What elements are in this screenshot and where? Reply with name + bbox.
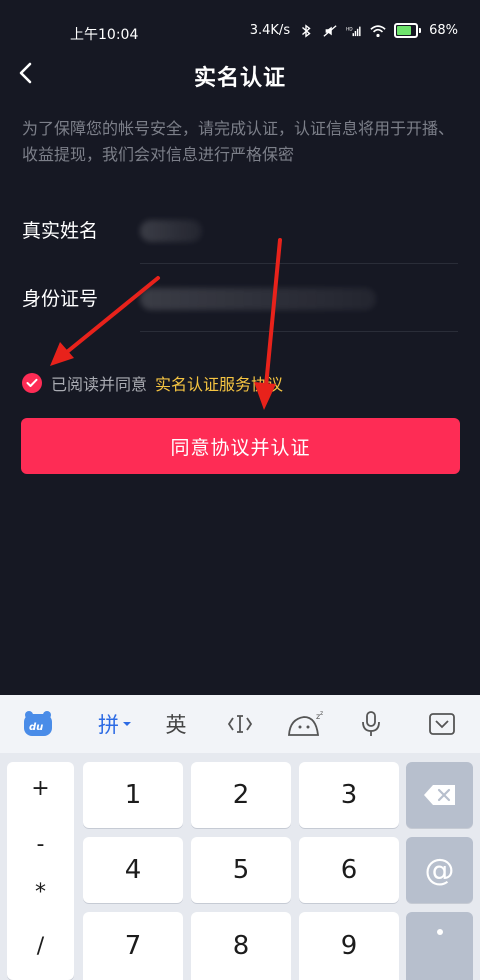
cursor-move-icon[interactable] [226,709,254,739]
backspace-key[interactable] [406,762,473,828]
wifi-icon [370,24,386,37]
status-bar: 上午10:04 3.4K/s HD 68% [0,0,480,48]
digit-key-3[interactable]: 3 [299,762,399,828]
id-field-row[interactable]: 身份证号 [22,266,458,332]
svg-text:z: z [320,711,323,717]
symbol-key-minus[interactable]: - [7,832,74,857]
battery-icon [394,23,422,38]
pinyin-label: 拼 [98,713,119,737]
name-field-row[interactable]: 真实姓名 [22,198,458,264]
dot-key[interactable] [406,912,473,980]
at-key[interactable]: @ [406,837,473,903]
bluetooth-icon [302,23,311,38]
digit-key-8[interactable]: 8 [191,912,291,980]
battery-fill [397,26,411,35]
symbol-key-plus[interactable]: + [7,776,74,801]
checkmark-icon [26,378,38,387]
hd-signal-icon: HD [346,26,361,36]
sleep-mode-icon[interactable]: zz [286,709,326,739]
pinyin-mode-button[interactable]: 拼 [94,709,136,739]
microphone-icon[interactable] [358,709,384,739]
mute-icon [323,24,337,37]
agreement-text: 已阅读并同意 [51,375,148,394]
digit-key-6[interactable]: 6 [299,837,399,903]
page-title: 实名认证 [193,66,286,91]
digit-key-7[interactable]: 7 [83,912,183,980]
submit-button[interactable]: 同意协议并认证 [21,418,460,474]
keyboard-toolbar: du 拼 英 zz [0,695,480,753]
id-divider [140,331,458,332]
agreement-link[interactable]: 实名认证服务协议 [155,371,283,395]
nav-bar: 实名认证 [0,48,480,100]
symbol-column[interactable]: + - * / [7,762,74,980]
name-label: 真实姓名 [22,220,99,242]
digit-key-5[interactable]: 5 [191,837,291,903]
network-speed: 3.4K/s [249,23,291,38]
digit-key-4[interactable]: 4 [83,837,183,903]
name-divider [140,263,458,264]
svg-text:du: du [29,722,43,733]
symbol-key-divide[interactable]: / [7,934,74,959]
id-input[interactable] [140,288,376,310]
security-notice: 为了保障您的帐号安全，请完成认证，认证信息将用于开播、收益提现，我们会对信息进行… [22,119,455,164]
id-label: 身份证号 [22,288,99,310]
backspace-icon [423,785,455,805]
agreement-row: 已阅读并同意 实名认证服务协议 [22,372,283,394]
caret-down-icon [123,722,131,726]
agree-checkbox[interactable] [22,373,42,393]
baidu-logo-icon[interactable]: du [22,709,54,739]
name-input[interactable] [140,220,202,242]
digit-key-1[interactable]: 1 [83,762,183,828]
symbol-key-multiply[interactable]: * [7,880,74,905]
english-mode-button[interactable]: 英 [162,709,190,739]
battery-percent: 68% [429,23,458,38]
digit-key-9[interactable]: 9 [299,912,399,980]
hide-keyboard-icon[interactable] [428,709,456,739]
status-time: 上午10:04 [70,27,139,43]
digit-key-2[interactable]: 2 [191,762,291,828]
dot-icon [436,929,443,935]
svg-text:HD: HD [346,26,353,32]
